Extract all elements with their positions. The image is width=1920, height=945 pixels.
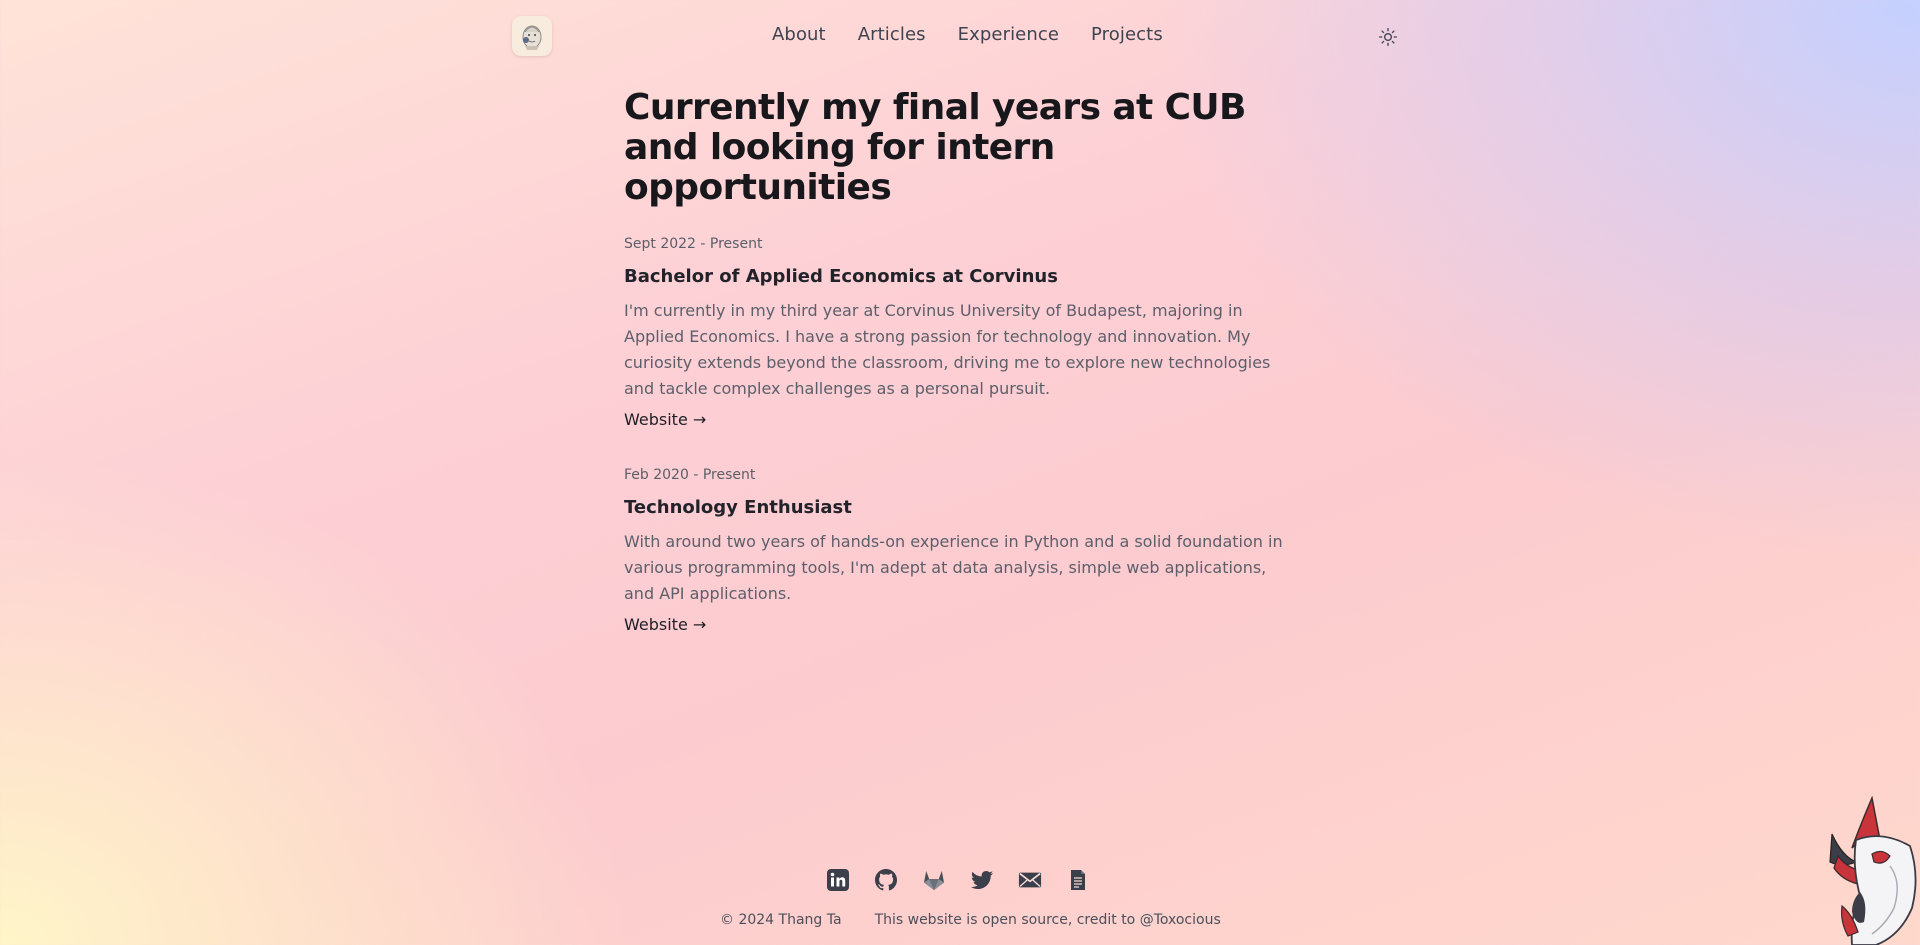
site-header: About Articles Experience Projects xyxy=(0,0,1920,72)
theme-toggle-button[interactable] xyxy=(1376,25,1400,49)
resume-document-icon[interactable] xyxy=(1066,868,1090,892)
github-icon[interactable] xyxy=(874,868,898,892)
entry-date: Feb 2020 - Present xyxy=(624,467,756,483)
social-links xyxy=(826,868,1090,892)
mail-icon[interactable] xyxy=(1018,868,1042,892)
copyright-text: © 2024 Thang Ta xyxy=(720,912,842,928)
gitlab-icon[interactable] xyxy=(922,868,946,892)
nav-item-about[interactable]: About xyxy=(772,24,826,45)
entry-title: Bachelor of Applied Economics at Corvinu… xyxy=(624,266,1058,287)
avatar-logo-icon[interactable] xyxy=(512,16,552,56)
site-footer: © 2024 Thang Ta This website is open sou… xyxy=(720,912,1221,928)
entry-description: With around two years of hands-on experi… xyxy=(624,532,1283,603)
credit-text: This website is open source, credit to @… xyxy=(874,912,1221,928)
website-link[interactable]: Website → xyxy=(624,409,706,431)
experience-section: Currently my final years at CUB and look… xyxy=(624,88,1296,636)
website-link[interactable]: Website → xyxy=(624,614,706,636)
entry-title: Technology Enthusiast xyxy=(624,497,852,518)
twitter-icon[interactable] xyxy=(970,868,994,892)
mascot-image xyxy=(1812,795,1920,945)
nav-item-articles[interactable]: Articles xyxy=(858,24,926,45)
main-nav: About Articles Experience Projects xyxy=(772,24,1163,45)
linkedin-icon[interactable] xyxy=(826,868,850,892)
experience-entry: Feb 2020 - Present Technology Enthusiast… xyxy=(624,465,1296,636)
nav-item-projects[interactable]: Projects xyxy=(1091,24,1163,45)
experience-entry: Sept 2022 - Present Bachelor of Applied … xyxy=(624,234,1296,431)
nav-item-experience[interactable]: Experience xyxy=(958,24,1059,45)
entry-date: Sept 2022 - Present xyxy=(624,236,763,252)
entry-description: I'm currently in my third year at Corvin… xyxy=(624,301,1271,398)
page-title: Currently my final years at CUB and look… xyxy=(624,87,1246,208)
sun-icon xyxy=(1379,28,1397,46)
